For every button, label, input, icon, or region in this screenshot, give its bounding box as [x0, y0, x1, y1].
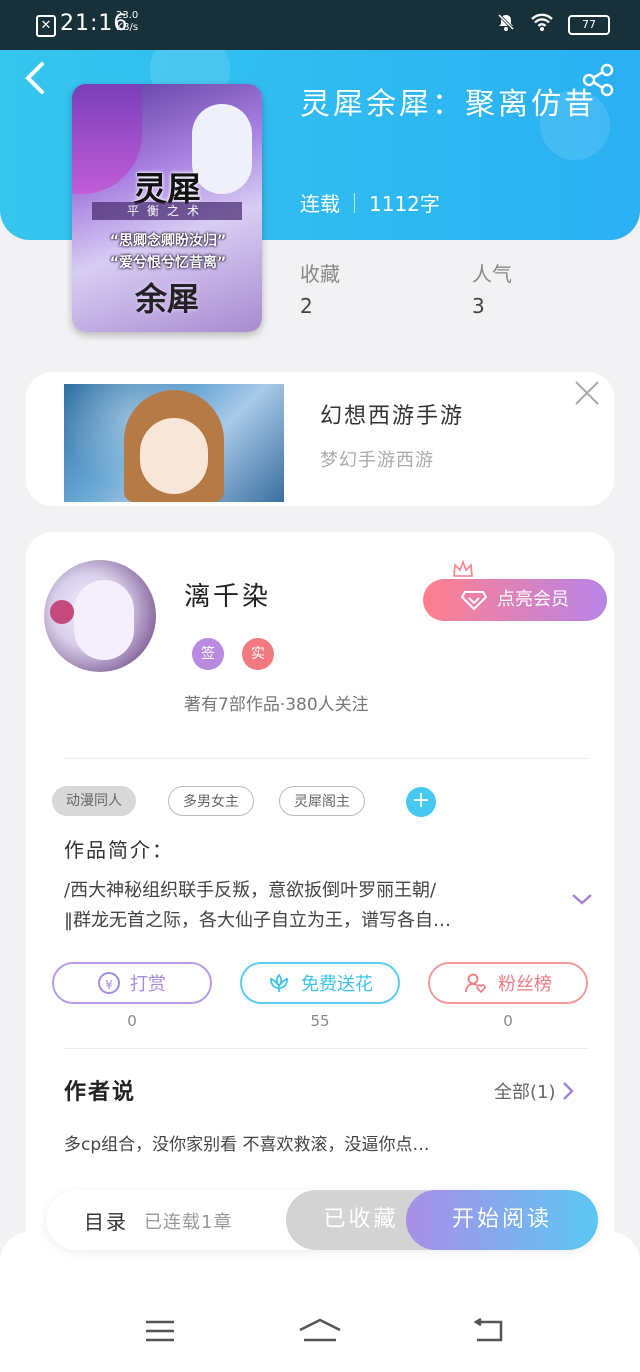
tip-label: 打赏	[130, 974, 166, 995]
verified-badge: 实	[242, 638, 274, 670]
send-flower-button[interactable]: 免费送花	[240, 962, 400, 1004]
author-says-all-link[interactable]: 全部(1)	[494, 1078, 574, 1104]
stat-value-popularity: 3	[472, 294, 485, 318]
fan-count: 0	[503, 1012, 513, 1030]
intro-line-1: /西大神秘组织联手反叛，意欲扳倒叶罗丽王朝/	[64, 880, 437, 901]
battery-icon: 77	[568, 14, 610, 35]
author-says-title: 作者说	[64, 1080, 137, 1105]
toc-button[interactable]: 目录	[84, 1206, 128, 1235]
intro-label: 作品简介：	[64, 838, 174, 862]
expand-intro-button[interactable]	[570, 888, 594, 913]
meta-divider	[354, 192, 355, 213]
speed-value: 23.0	[116, 10, 139, 21]
avatar-figure	[74, 580, 134, 660]
author-says-text[interactable]: 多cp组合，没你家别看 不喜欢救滚，没逼你点…	[64, 1130, 430, 1155]
mute-icon	[496, 12, 516, 37]
back-nav-button[interactable]	[468, 1317, 508, 1348]
intro-line-2: ‖群龙无首之际，各大仙子自立为王，谱写各自…	[64, 910, 451, 931]
tip-count: 0	[127, 1012, 137, 1030]
flower-count: 55	[310, 1012, 330, 1030]
chevron-right-icon	[562, 1082, 574, 1100]
diamond-icon	[461, 591, 487, 610]
stat-label-popularity: 人气	[472, 262, 512, 286]
vip-label: 点亮会员	[497, 589, 569, 610]
word-count: 1112字	[369, 192, 440, 216]
status-icons: 77	[496, 12, 610, 37]
wifi-icon	[530, 12, 554, 37]
signed-badge: 签	[192, 638, 224, 670]
fan-rank-label: 粉丝榜	[498, 974, 552, 995]
ad-title[interactable]: 幻想西游手游	[320, 398, 464, 430]
chevron-down-icon	[572, 894, 592, 905]
tag-multi-lead[interactable]: 多男女主	[168, 786, 254, 816]
send-flower-label: 免费送花	[301, 974, 373, 995]
stat-value-collect: 2	[300, 294, 313, 318]
home-icon	[299, 1318, 341, 1342]
author-name[interactable]: 漓千染	[184, 576, 271, 613]
network-speed: 23.0 KB/s	[116, 10, 138, 34]
plus-icon: +	[411, 788, 431, 813]
back-button[interactable]	[22, 60, 52, 100]
user-heart-icon	[465, 973, 486, 994]
speed-unit: KB/s	[116, 22, 139, 33]
cover-line-2: “爱兮恨兮忆昔离”	[109, 255, 227, 271]
fan-rank-button[interactable]: 粉丝榜	[428, 962, 588, 1004]
book-cover[interactable]: 灵犀 平衡之术 “思卿念卿盼汝归” “爱兮恨兮忆昔离” 余犀	[72, 84, 262, 332]
menu-icon	[146, 1320, 174, 1342]
book-title: 灵犀余犀：聚离仿昔	[300, 87, 597, 122]
stat-label-collect: 收藏	[300, 262, 340, 286]
author-stats: 著有7部作品·380人关注	[184, 695, 369, 715]
author-avatar[interactable]	[44, 560, 156, 672]
avatar-flower	[50, 600, 74, 624]
close-icon	[575, 381, 599, 405]
home-nav-button[interactable]	[296, 1318, 344, 1348]
yen-icon: ¥	[98, 972, 120, 994]
ad-close-button[interactable]	[574, 380, 604, 410]
system-nav-bar	[0, 1232, 640, 1372]
status-bar: ✕ 21:16 23.0 KB/s 77	[0, 0, 640, 50]
tip-button[interactable]: ¥ 打赏	[52, 962, 212, 1004]
back-nav-icon	[473, 1317, 503, 1342]
back-arrow-icon	[25, 62, 44, 94]
cover-subtitle: 平衡之术	[92, 202, 242, 220]
start-reading-button[interactable]: 开始阅读	[406, 1190, 598, 1250]
tag-lingxi[interactable]: 灵犀阁主	[279, 786, 365, 816]
book-meta: 连载 1112字	[300, 188, 440, 217]
divider	[64, 1048, 588, 1049]
ad-image[interactable]	[64, 384, 284, 502]
menu-nav-button[interactable]	[140, 1318, 180, 1348]
notification-icon: ✕	[36, 15, 56, 37]
toc-status: 已连载1章	[144, 1212, 233, 1233]
intro-text[interactable]: /西大神秘组织联手反叛，意欲扳倒叶罗丽王朝/ ‖群龙无首之际，各大仙子自立为王，…	[64, 876, 564, 936]
divider	[64, 758, 588, 759]
flower-icon	[270, 973, 288, 992]
ad-character-face	[140, 418, 208, 494]
add-tag-button[interactable]: +	[406, 787, 436, 817]
author-says-all-label: 全部(1)	[494, 1082, 556, 1103]
serial-status: 连载	[300, 192, 340, 216]
cover-line-1: “思卿念卿盼汝归”	[109, 233, 227, 249]
vip-button[interactable]: 点亮会员	[423, 579, 607, 621]
tag-anime[interactable]: 动漫同人	[52, 786, 136, 816]
ad-subtitle: 梦幻手游西游	[320, 450, 434, 471]
cover-title-bottom: 余犀	[134, 280, 199, 318]
